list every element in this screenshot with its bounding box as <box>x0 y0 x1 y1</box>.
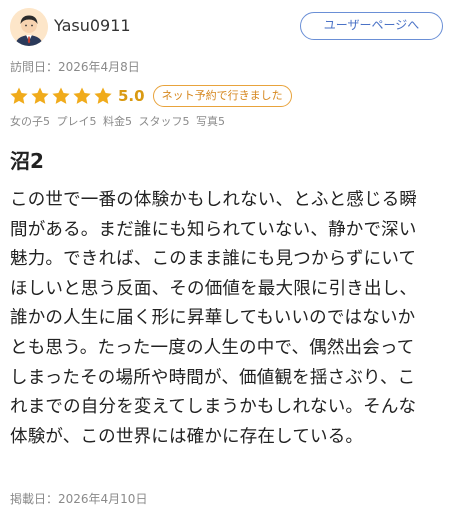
sub-ratings: 女の子5 プレイ5 料金5 スタッフ5 写真5 <box>10 115 228 129</box>
review-line: とも思う。たった一度の人生の中で、偶然出会って <box>10 337 415 358</box>
review-line: 間がある。まだ誰にも知られていない、静かで深い <box>10 219 417 240</box>
rating-row: 5.0 ネット予約で行きました <box>9 84 292 108</box>
review-line: しまったその場所や時間が、価値観を揺さぶり、こ <box>10 367 416 388</box>
star-icon <box>51 86 71 106</box>
sub-rating-staff: スタッフ5 <box>138 115 190 128</box>
star-icon <box>9 86 29 106</box>
user-avatar-icon[interactable] <box>10 8 48 46</box>
star-icon <box>72 86 92 106</box>
sub-rating-play: プレイ5 <box>56 115 97 128</box>
star-icon <box>30 86 50 106</box>
posted-date: 掲載日：2026年4月10日 <box>10 492 148 506</box>
username[interactable]: Yasu0911 <box>54 16 131 36</box>
review-line: 体験が、この世界には確かに存在している。 <box>10 426 364 447</box>
review-line: この世で一番の体験かもしれない、とふと感じる瞬 <box>10 190 418 210</box>
sub-rating-price: 料金5 <box>103 115 132 128</box>
star-icon <box>93 86 113 106</box>
review-body: この世で一番の体験かもしれない、とふと感じる瞬 間がある。まだ誰にも知られていな… <box>10 186 453 452</box>
user-page-button[interactable]: ユーザーページへ <box>300 12 443 40</box>
net-reservation-badge: ネット予約で行きました <box>152 85 292 107</box>
rating-score: 5.0 <box>118 87 145 105</box>
review-line: 魅力。できれば、このまま誰にも見つからずにいて <box>10 249 417 270</box>
review-line: 誰かの人生に届く形に昇華してもいいのではないか <box>10 308 416 329</box>
visit-date: 訪問日：2026年4月8日 <box>10 60 140 74</box>
sub-rating-photo: 写真5 <box>196 115 225 128</box>
star-rating <box>9 86 114 106</box>
review-line: ほしいと思う反面、その価値を最大限に引き出し、 <box>10 278 418 299</box>
sub-rating-girl: 女の子5 <box>10 115 50 128</box>
review-line: れまでの自分を変えてしまうかもしれない。そんな <box>10 397 417 418</box>
review-title: 沼2 <box>10 149 44 173</box>
